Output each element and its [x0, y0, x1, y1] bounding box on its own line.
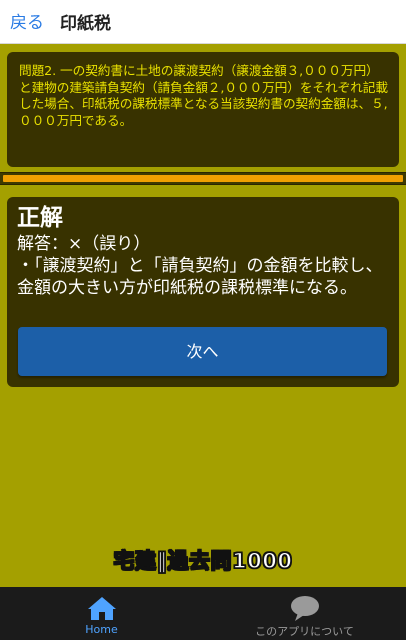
answer-line: 解答：×（誤り）: [17, 234, 151, 254]
tab-bar: Home このアプリについて: [0, 587, 406, 640]
home-icon: [87, 597, 116, 620]
tab-home-label: Home: [85, 623, 118, 636]
speech-bubble-icon: [290, 596, 319, 621]
question-panel: 問題2. 一の契約書に土地の譲渡契約（譲渡金額３,０００万円）と建物の建築請負契…: [7, 52, 399, 167]
result-title: 正解: [17, 205, 63, 231]
next-button[interactable]: 次へ: [18, 327, 387, 376]
page-title: 印紙税: [60, 14, 111, 34]
answer-panel: 正解 解答：×（誤り） ・「譲渡契約」と「請負契約」の金額を比較し、金額の大きい…: [7, 197, 399, 387]
explanation-text: ・「譲渡契約」と「請負契約」の金額を比較し、金額の大きい方が印紙税の課税標準にな…: [17, 256, 383, 298]
tab-about[interactable]: このアプリについて: [203, 587, 406, 640]
app-logo: 宅建‖過去問1000: [113, 548, 293, 574]
tab-home[interactable]: Home: [0, 587, 203, 640]
back-button[interactable]: 戻る: [10, 8, 44, 33]
question-text: 問題2. 一の契約書に土地の譲渡契約（譲渡金額３,０００万円）と建物の建築請負契…: [19, 63, 388, 128]
navigation-bar: 戻る 印紙税: [0, 0, 406, 44]
progress-bar: [0, 172, 406, 185]
progress-fill: [3, 175, 403, 182]
tab-about-label: このアプリについて: [255, 625, 354, 638]
